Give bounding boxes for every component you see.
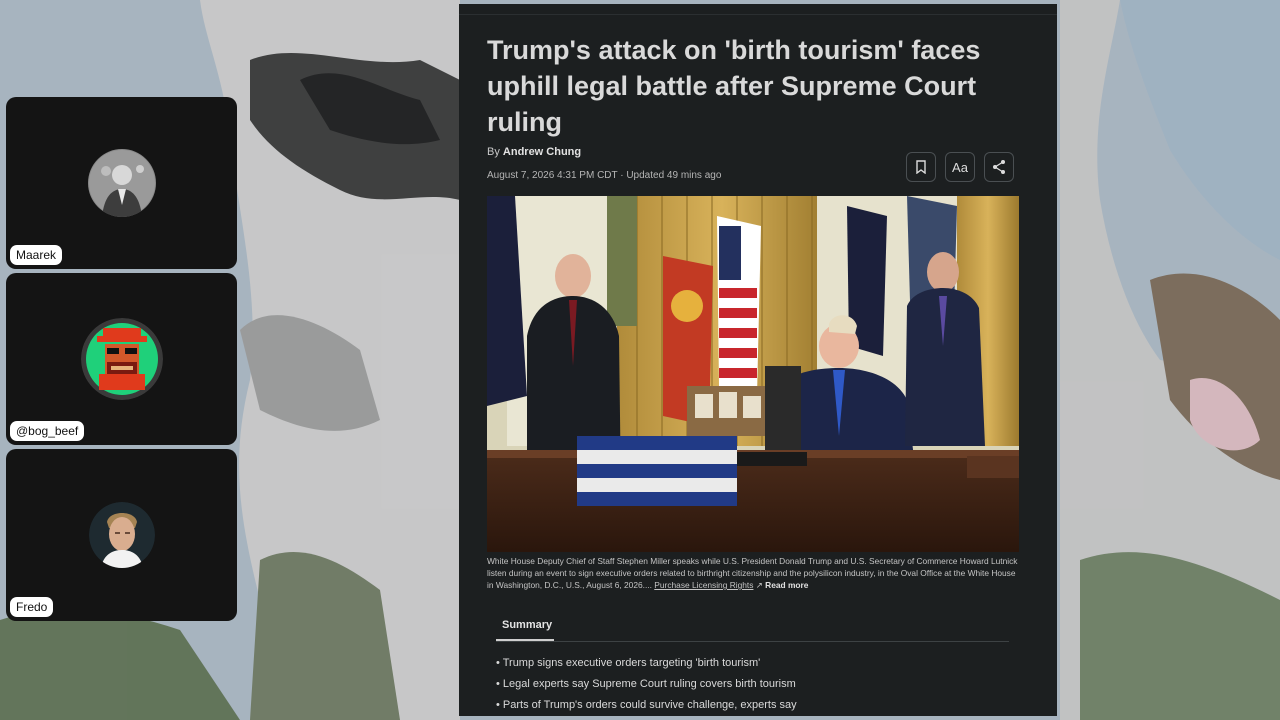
dateline: August 7, 2026 4:31 PM CDT · Updated 49 … <box>487 170 722 181</box>
author-link[interactable]: Andrew Chung <box>503 146 581 158</box>
summary-list: Trump signs executive orders targeting '… <box>496 653 797 716</box>
list-item: Trump signs executive orders targeting '… <box>496 653 797 674</box>
article-photo[interactable] <box>487 196 1019 552</box>
font-size-label: Aa <box>952 159 968 175</box>
bookmark-icon <box>916 160 926 174</box>
licensing-link[interactable]: Purchase Licensing Rights <box>654 580 753 590</box>
bookmark-button[interactable] <box>906 152 936 182</box>
photo-caption: White House Deputy Chief of Staff Stephe… <box>487 555 1022 591</box>
participant-tile[interactable]: Fredo <box>6 449 237 621</box>
list-item: Parts of Trump's orders could survive ch… <box>496 695 797 716</box>
font-size-button[interactable]: Aa <box>945 152 975 182</box>
participant-tile[interactable]: Maarek <box>6 97 237 269</box>
tab-summary[interactable]: Summary <box>502 619 552 631</box>
participant-name: @bog_beef <box>10 421 85 441</box>
divider <box>496 641 1009 642</box>
avatar <box>80 318 163 400</box>
external-link-icon: ↗ <box>755 580 763 590</box>
article-tools: Aa <box>906 152 1014 182</box>
avatar <box>88 502 155 568</box>
participant-name: Fredo <box>10 597 54 617</box>
share-button[interactable] <box>984 152 1014 182</box>
participant-list: Maarek @bog_beef Fredo <box>6 97 237 625</box>
byline-prefix: By <box>487 146 500 158</box>
article-headline: Trump's attack on 'birth tourism' faces … <box>487 35 981 137</box>
share-icon <box>993 160 1005 174</box>
article-panel: Trump's attack on 'birth tourism' faces … <box>459 4 1057 716</box>
participant-tile[interactable]: @bog_beef <box>6 273 237 445</box>
tab-active-indicator <box>496 639 554 641</box>
avatar <box>87 149 156 217</box>
participant-name: Maarek <box>10 245 63 265</box>
byline: By Andrew Chung <box>487 146 581 158</box>
divider <box>459 14 1057 15</box>
read-more-link[interactable]: Read more <box>765 580 808 590</box>
caption-text: White House Deputy Chief of Staff Stephe… <box>487 556 1018 590</box>
list-item: Legal experts say Supreme Court ruling c… <box>496 674 797 695</box>
